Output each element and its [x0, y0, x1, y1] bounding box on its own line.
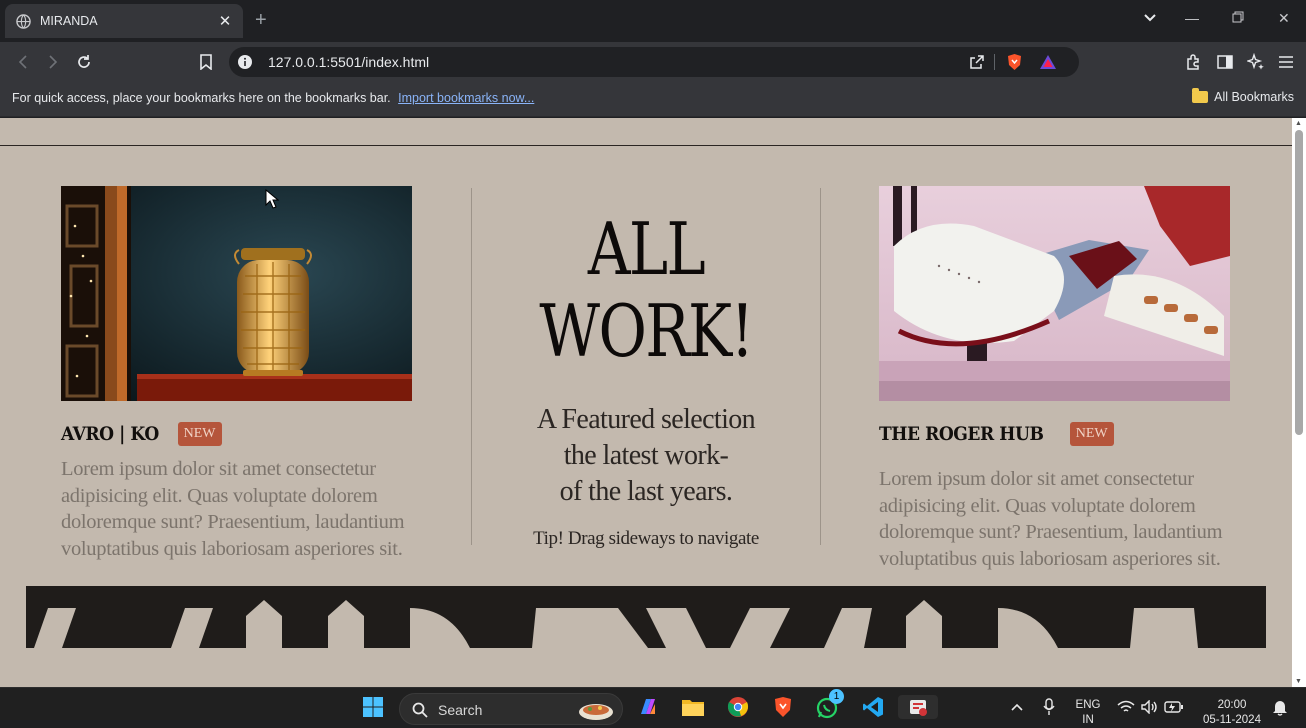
- project-card-roger-hub[interactable]: THE ROGER HUB NEW Lorem ipsum dolor sit …: [879, 186, 1239, 572]
- import-bookmarks-link[interactable]: Import bookmarks now...: [398, 91, 534, 105]
- chrome-icon[interactable]: [726, 695, 750, 719]
- column-divider-right: [820, 188, 821, 545]
- language-code: ENG: [1075, 699, 1101, 711]
- brave-icon[interactable]: [771, 695, 795, 719]
- clock-time: 20:00: [1217, 699, 1247, 711]
- card-title[interactable]: THE ROGER HUB: [879, 423, 1044, 445]
- windows-start-icon[interactable]: [361, 695, 385, 719]
- marquee-letterforms: [34, 600, 1198, 648]
- scroll-down-icon[interactable]: ▼: [1295, 678, 1302, 685]
- hero-title: ALL WORK!: [503, 208, 788, 372]
- tab-close-icon[interactable]: ✕: [217, 12, 233, 30]
- bookmarks-bar: For quick access, place your bookmarks h…: [0, 82, 1306, 117]
- taskbar-search[interactable]: Search: [399, 693, 623, 725]
- sidebar-icon[interactable]: [1215, 52, 1235, 72]
- clock-date: 05-11-2024: [1203, 714, 1261, 726]
- tab-search-chevron-icon[interactable]: [1143, 10, 1157, 27]
- hero-title-line1: ALL: [587, 207, 706, 291]
- address-bar[interactable]: 127.0.0.1:5501/index.html: [229, 47, 1079, 77]
- all-bookmarks-label: All Bookmarks: [1214, 90, 1294, 104]
- hero-title-line2: WORK!: [539, 289, 754, 373]
- new-tab-button[interactable]: +: [255, 9, 267, 31]
- hero-subtitle: A Featured selection the latest work- of…: [472, 402, 820, 510]
- lantern-image[interactable]: [61, 186, 412, 401]
- tab-strip: MIRANDA ✕ + — ✕: [0, 0, 1306, 42]
- extensions-icon[interactable]: [1184, 52, 1204, 72]
- bookmarks-message: For quick access, place your bookmarks h…: [12, 91, 534, 105]
- card-title[interactable]: AVRO | KO: [61, 423, 159, 445]
- brave-rewards-icon[interactable]: [1039, 53, 1057, 71]
- menu-icon[interactable]: [1276, 52, 1296, 72]
- whatsapp-icon[interactable]: 1: [816, 689, 844, 719]
- battery-icon[interactable]: [1162, 695, 1186, 719]
- card-description: Lorem ipsum dolor sit amet consectetur a…: [879, 468, 1223, 570]
- project-card-avro-ko[interactable]: AVRO | KO NEW Lorem ipsum dolor sit amet…: [61, 186, 421, 562]
- region-code: IN: [1082, 714, 1094, 726]
- windows-taskbar: Search 1 ENG IN 20:00 05-11-2024: [0, 687, 1306, 726]
- new-badge: NEW: [1069, 422, 1114, 446]
- card-description: Lorem ipsum dolor sit amet consectetur a…: [61, 458, 405, 560]
- scrollbar-thumb[interactable]: [1295, 130, 1303, 435]
- language-indicator[interactable]: ENG IN: [1070, 698, 1106, 728]
- wifi-icon[interactable]: [1114, 695, 1138, 719]
- clock[interactable]: 20:00 05-11-2024: [1196, 698, 1268, 728]
- volume-icon[interactable]: [1138, 695, 1162, 719]
- tab-title: MIRANDA: [40, 14, 98, 28]
- page-scrollbar[interactable]: ▲ ▼: [1292, 118, 1306, 687]
- folder-icon: [1192, 88, 1209, 103]
- all-bookmarks-button[interactable]: All Bookmarks: [1192, 88, 1294, 104]
- leo-ai-icon[interactable]: [1246, 52, 1266, 72]
- snipping-tool-icon[interactable]: [898, 695, 938, 719]
- mouse-cursor-icon: [265, 189, 279, 209]
- bookmarks-message-text: For quick access, place your bookmarks h…: [12, 91, 391, 105]
- search-icon: [412, 702, 428, 718]
- header-divider: [0, 145, 1292, 146]
- search-highlight-icon: [579, 704, 613, 720]
- omnibox-separator: [994, 54, 995, 70]
- vscode-icon[interactable]: [861, 695, 885, 719]
- new-badge: NEW: [177, 422, 222, 446]
- tray-overflow-chevron-icon[interactable]: [1005, 695, 1029, 719]
- share-icon[interactable]: [968, 53, 986, 71]
- hero-subtitle-line1: A Featured selection: [536, 404, 756, 435]
- drag-tip: Tip! Drag sideways to navigate: [533, 528, 759, 549]
- search-label: Search: [438, 702, 483, 718]
- page-viewport: AVRO | KO NEW Lorem ipsum dolor sit amet…: [0, 118, 1306, 687]
- bookmark-icon[interactable]: [196, 52, 216, 72]
- url-text: 127.0.0.1:5501/index.html: [268, 54, 430, 70]
- whatsapp-notification-badge: 1: [829, 689, 844, 704]
- brave-shields-icon[interactable]: [1005, 53, 1023, 71]
- marquee-banner: [26, 586, 1266, 648]
- restore-icon[interactable]: [1232, 10, 1244, 26]
- reload-icon[interactable]: [74, 52, 94, 72]
- notification-bell-icon[interactable]: [1268, 695, 1292, 719]
- globe-icon: [15, 13, 31, 29]
- hero-block: ALL WORK! A Featured selection the lates…: [472, 208, 820, 550]
- browser-toolbar: 127.0.0.1:5501/index.html: [0, 42, 1306, 82]
- card-header: AVRO | KO NEW: [61, 422, 421, 446]
- microphone-icon[interactable]: [1037, 695, 1061, 719]
- forward-icon[interactable]: [43, 52, 63, 72]
- copilot-icon[interactable]: [636, 695, 660, 719]
- browser-tab[interactable]: MIRANDA ✕: [5, 4, 243, 38]
- hero-subtitle-line2: the latest work-: [563, 440, 729, 471]
- card-header: THE ROGER HUB NEW: [879, 422, 1239, 446]
- back-icon[interactable]: [13, 52, 33, 72]
- scroll-up-icon[interactable]: ▲: [1295, 120, 1302, 127]
- minimize-icon[interactable]: —: [1185, 10, 1199, 26]
- hero-subtitle-line3: of the last years.: [559, 476, 733, 507]
- file-explorer-icon[interactable]: [681, 695, 705, 719]
- sneaker-image[interactable]: [879, 186, 1230, 401]
- site-info-icon[interactable]: [237, 54, 253, 70]
- window-close-icon[interactable]: ✕: [1278, 10, 1290, 27]
